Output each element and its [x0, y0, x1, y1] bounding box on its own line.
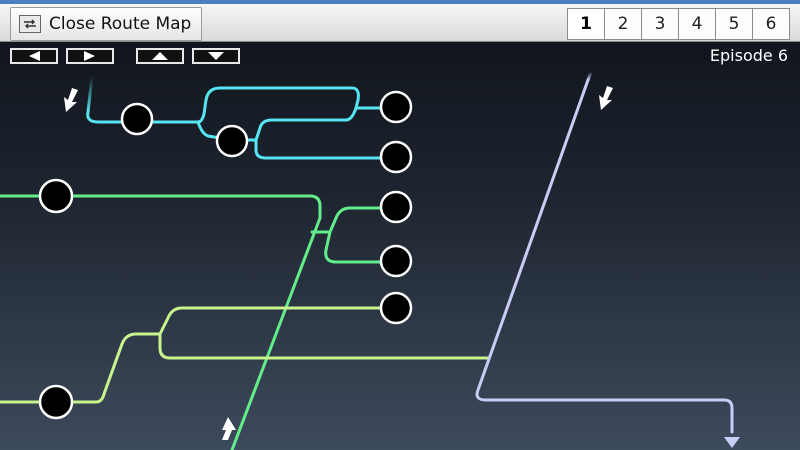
triangle-right-icon — [84, 51, 95, 61]
toolbar: Close Route Map 1 2 3 4 5 6 — [0, 0, 800, 42]
route-lavender-main — [475, 78, 734, 434]
route-cyan-entry — [86, 74, 94, 114]
episode-tab-2[interactable]: 2 — [604, 9, 641, 39]
close-route-map-button[interactable]: Close Route Map — [10, 7, 203, 41]
route-map-icon — [19, 15, 41, 33]
triangle-left-icon — [29, 51, 40, 61]
episode-tab-5[interactable]: 5 — [715, 9, 752, 39]
arrow-up-icon — [222, 417, 236, 440]
scroll-right-button[interactable] — [66, 48, 114, 64]
arrow-down-icon — [64, 88, 78, 112]
episode-tabs: 1 2 3 4 5 6 — [567, 8, 790, 40]
route-lime-lower — [158, 332, 490, 360]
episode-tab-1[interactable]: 1 — [568, 9, 604, 39]
episode-label: Episode 6 — [709, 46, 788, 65]
scroll-up-button[interactable] — [136, 48, 184, 64]
route-cyan-lower — [254, 138, 398, 160]
triangle-down-icon — [208, 52, 224, 60]
scene-node[interactable] — [379, 190, 413, 224]
route-lavender-entry — [586, 70, 593, 82]
scene-node[interactable] — [379, 244, 413, 278]
scene-node[interactable] — [379, 90, 413, 124]
episode-tab-3[interactable]: 3 — [641, 9, 678, 39]
arrow-down-icon — [599, 86, 613, 110]
close-route-map-label: Close Route Map — [49, 14, 192, 34]
scene-node[interactable] — [38, 178, 74, 214]
route-map — [0, 70, 740, 450]
triangle-up-icon — [152, 52, 168, 60]
scroll-down-button[interactable] — [192, 48, 240, 64]
arrow-down-icon — [724, 437, 740, 448]
scene-node[interactable] — [38, 384, 74, 420]
scene-node[interactable] — [379, 140, 413, 174]
scene-node[interactable] — [379, 291, 413, 325]
scene-node[interactable] — [215, 124, 249, 158]
episode-tab-6[interactable]: 6 — [752, 9, 789, 39]
episode-tab-4[interactable]: 4 — [678, 9, 715, 39]
scene-node[interactable] — [120, 102, 154, 136]
scroll-left-button[interactable] — [10, 48, 58, 64]
